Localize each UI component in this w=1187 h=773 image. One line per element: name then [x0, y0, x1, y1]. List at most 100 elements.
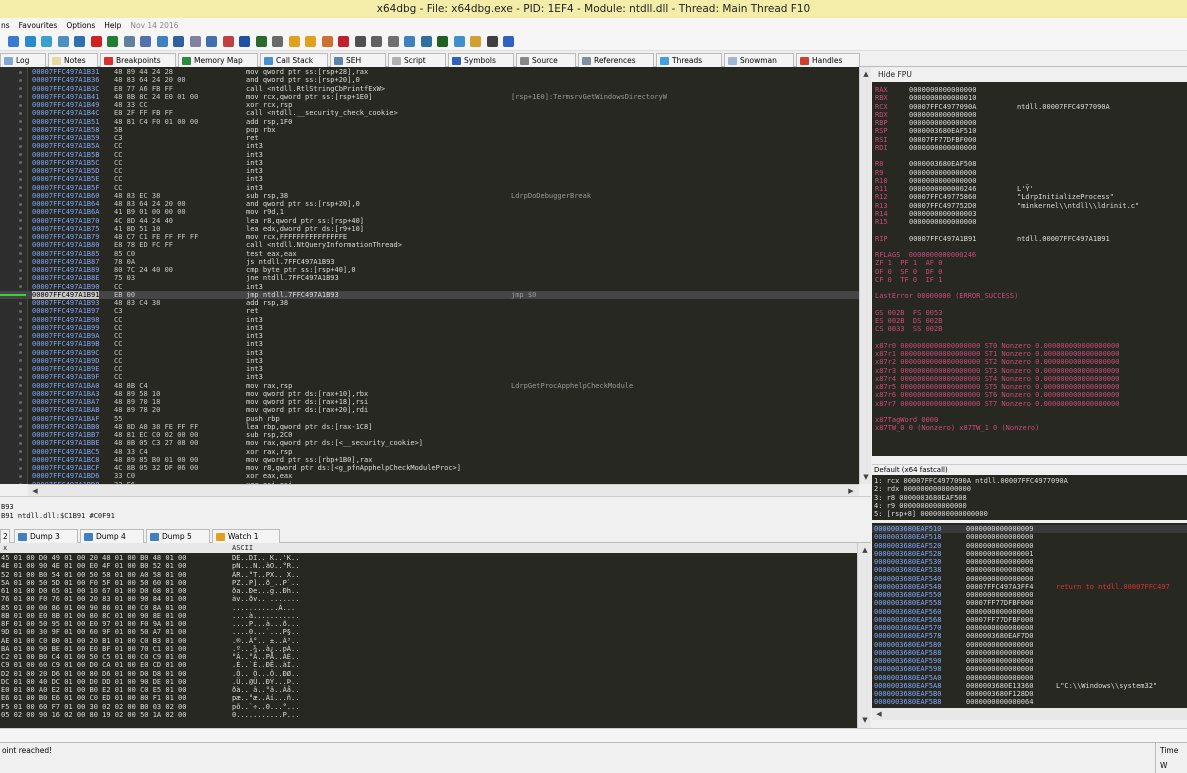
- dump-row[interactable]: 05 02 00 90 16 02 00 80 19 02 00 50 1A 0…: [0, 711, 857, 719]
- toolbar-icon[interactable]: [41, 36, 52, 47]
- disasm-row[interactable]: 00007FFC497A1B89 80 7C 24 40 00 cmp byte p…: [0, 266, 859, 274]
- toolbar-icon[interactable]: [371, 36, 382, 47]
- disasm-row[interactable]: 00007FFC497A1B5E CC int3: [0, 175, 859, 183]
- dump-row[interactable]: DC 01 00 40 DC 01 00 D0 DD 01 00 90 DE 0…: [0, 678, 857, 686]
- dump-row[interactable]: E0 01 00 A0 E2 01 00 B0 E2 01 00 C0 E5 0…: [0, 686, 857, 694]
- x87-row[interactable]: x87r6 0000000000000000000 ST6 Nonzero 0.…: [875, 391, 1119, 399]
- stack-row[interactable]: 0000003680EAF5A0 0000000000000000: [872, 674, 1187, 682]
- x87-row[interactable]: x87r1 0000000000000000000 ST1 Nonzero 0.…: [875, 350, 1119, 358]
- toolbar-icon[interactable]: [140, 36, 151, 47]
- disasm-row[interactable]: 00007FFC497A1B93 48 83 C4 38 add rsp,38: [0, 299, 859, 307]
- stack-row[interactable]: 0000003680EAF538 0000000000000000: [872, 566, 1187, 574]
- scroll-down-icon[interactable]: ▼: [861, 472, 871, 482]
- dump-row[interactable]: C9 01 00 60 C9 01 00 D0 CA 01 00 E0 CD 0…: [0, 661, 857, 669]
- toolbar-icon[interactable]: [437, 36, 448, 47]
- disasm-row[interactable]: 00007FFC497A1B5A CC int3: [0, 142, 859, 150]
- flags-row[interactable]: CF 0 TF 0 IF 1: [875, 276, 942, 284]
- toolbar-icon[interactable]: [222, 36, 234, 47]
- disasm-row[interactable]: 00007FFC497A1BD6 33 C0 xor eax,eax: [0, 472, 859, 480]
- dump-row[interactable]: 85 01 00 00 86 01 00 90 86 01 00 C0 8A 0…: [0, 604, 857, 612]
- toolbar-icon[interactable]: [420, 36, 432, 47]
- tab-handles[interactable]: Handles: [796, 53, 860, 67]
- stack-row[interactable]: 0000003680EAF540 0000000000000000: [872, 575, 1187, 583]
- x87-row[interactable]: x87r0 0000000000000000000 ST0 Nonzero 0.…: [875, 342, 1119, 350]
- x87-row[interactable]: x87r7 0000000000000000000 ST7 Nonzero 0.…: [875, 400, 1119, 408]
- segment-row[interactable]: GS 002B FS 0053: [875, 309, 942, 317]
- menu-item[interactable]: Help: [104, 21, 121, 30]
- disasm-row[interactable]: 00007FFC497A1B5F CC int3: [0, 184, 859, 192]
- toolbar-icon[interactable]: [486, 36, 498, 47]
- tab-breakpoints[interactable]: Breakpoints: [100, 53, 176, 67]
- dump-row[interactable]: C2 01 00 B0 C4 01 00 50 C5 01 00 C0 C9 0…: [0, 653, 857, 661]
- disasm-row[interactable]: 00007FFC497A1B51 48 81 C4 F0 01 00 00 add …: [0, 118, 859, 126]
- dump-row[interactable]: E6 01 00 B0 E6 01 00 C0 ED 01 00 80 F1 0…: [0, 694, 857, 702]
- disasm-row[interactable]: 00007FFC497A1B9D CC int3: [0, 357, 859, 365]
- disasm-row[interactable]: 00007FFC497A1B59 C3 ret: [0, 134, 859, 142]
- disasm-row[interactable]: 00007FFC497A1B80 E8 78 ED FC FF call <ntdl…: [0, 241, 859, 249]
- disasm-row[interactable]: 00007FFC497A1B8E 75 03 jne ntdll.7FFC497A1…: [0, 274, 859, 282]
- dump-row[interactable]: 5A 01 00 50 5D 01 00 F0 5F 01 00 50 60 0…: [0, 579, 857, 587]
- disasm-row[interactable]: 00007FFC497A1BAB 48 89 78 20 mov qword ptr…: [0, 406, 859, 414]
- disasm-row[interactable]: 00007FFC497A1B5C CC int3: [0, 159, 859, 167]
- tab-call-stack[interactable]: Call Stack: [260, 53, 328, 67]
- disasm-row[interactable]: 00007FFC497A1B3C E8 77 A6 FB FF call <ntdl…: [0, 85, 859, 93]
- toolbar-icon[interactable]: [321, 36, 333, 47]
- stack-row[interactable]: 0000003680EAF558 00007FF77DFBF000: [872, 599, 1187, 607]
- disasm-row[interactable]: 00007FFC497A1B98 CC int3: [0, 316, 859, 324]
- disasm-row[interactable]: 00007FFC497A1B60 48 83 EC 38 sub rsp,38 Ldr…: [0, 192, 859, 200]
- dump-row[interactable]: 9D 01 00 30 9F 01 00 60 9F 01 00 50 A7 0…: [0, 628, 857, 636]
- disasm-row[interactable]: 00007FFC497A1B85 85 C0 test eax,eax: [0, 250, 859, 258]
- dump-row[interactable]: BA 01 00 90 BE 01 00 E0 BF 01 00 70 C1 0…: [0, 645, 857, 653]
- stack-row[interactable]: 0000003680EAF530 0000000000000000: [872, 558, 1187, 566]
- stack-row[interactable]: 0000003680EAF578 0000003680EAF7D0: [872, 632, 1187, 640]
- toolbar-icon[interactable]: [453, 36, 465, 47]
- toolbar-icon[interactable]: [173, 36, 184, 47]
- stack-row[interactable]: 0000003680EAF5B0 0000003680F128D0: [872, 690, 1187, 698]
- menu-item[interactable]: Favourites: [19, 21, 58, 30]
- dump-row[interactable]: 52 01 00 B0 54 01 00 50 58 01 00 A0 58 0…: [0, 571, 857, 579]
- scroll-left-icon[interactable]: ◀: [874, 709, 884, 719]
- disassembly-scrollbar[interactable]: ▲ ▼: [859, 67, 871, 484]
- disasm-row[interactable]: 00007FFC497A1BA0 48 8B C4 mov rax,rsp LdrpG…: [0, 382, 859, 390]
- toolbar-icon[interactable]: [24, 36, 36, 47]
- x87-row[interactable]: x87r5 0000000000000000000 ST5 Nonzero 0.…: [875, 383, 1119, 391]
- stack-row[interactable]: 0000003680EAF590 0000000000000000: [872, 657, 1187, 665]
- dump-row[interactable]: 61 01 00 D0 65 01 00 10 67 01 00 D0 68 0…: [0, 587, 857, 595]
- toolbar-icon[interactable]: [470, 36, 481, 47]
- disasm-row[interactable]: 00007FFC497A1BC5 48 33 C4 xor rax,rsp: [0, 448, 859, 456]
- stack-row[interactable]: 0000003680EAF568 00007FF77DFBF000: [872, 616, 1187, 624]
- dump-row[interactable]: 4E 01 00 90 4E 01 00 E0 4F 01 00 B0 52 0…: [0, 562, 857, 570]
- disasm-row[interactable]: 00007FFC497A1BC8 48 89 85 B0 01 00 00 mov …: [0, 456, 859, 464]
- toolbar-icon[interactable]: [387, 36, 399, 47]
- disasm-row[interactable]: 00007FFC497A1B9A CC int3: [0, 332, 859, 340]
- toolbar-icon[interactable]: [90, 36, 102, 47]
- dump-tab[interactable]: Dump 4: [80, 529, 144, 543]
- disasm-row[interactable]: 00007FFC497A1BA3 48 89 58 10 mov qword ptr…: [0, 390, 859, 398]
- disasm-row[interactable]: 00007FFC497A1B99 CC int3: [0, 324, 859, 332]
- hide-fpu-button[interactable]: Hide FPU: [872, 67, 1187, 82]
- toolbar-icon[interactable]: [404, 36, 415, 47]
- disasm-row[interactable]: 00007FFC497A1BAF 55 push rbp: [0, 415, 859, 423]
- disasm-row[interactable]: 00007FFC497A1BCF 4C 8B 05 32 DF 06 00 mov …: [0, 464, 859, 472]
- tab-references[interactable]: References: [578, 53, 654, 67]
- segment-row[interactable]: ES 002B DS 002B: [875, 317, 942, 325]
- stack-row[interactable]: 0000003680EAF588 0000000000000000: [872, 649, 1187, 657]
- dump-row[interactable]: D2 01 00 20 D6 01 00 80 D6 01 00 D0 D8 0…: [0, 670, 857, 678]
- toolbar-icon[interactable]: [8, 36, 19, 47]
- disasm-row[interactable]: 00007FFC497A1B36 48 83 64 24 20 00 and qwo…: [0, 76, 859, 84]
- disasm-row[interactable]: 00007FFC497A1B4C E8 2F FF FB FF call <ntdl…: [0, 109, 859, 117]
- disasm-row[interactable]: 00007FFC497A1B9E CC int3: [0, 365, 859, 373]
- toolbar-icon[interactable]: [57, 36, 69, 47]
- scroll-down-icon[interactable]: ▼: [860, 715, 870, 725]
- disasm-row[interactable]: 00007FFC497A1B58 5B pop rbx: [0, 126, 859, 134]
- dump-row[interactable]: 8B 01 00 E0 8B 01 00 80 8C 01 00 90 8E 0…: [0, 612, 857, 620]
- tab-symbols[interactable]: Symbols: [448, 53, 514, 67]
- menu-item[interactable]: Options: [66, 21, 95, 30]
- stack-row[interactable]: 0000003680EAF548 00007FFC497A3FF4 return t…: [872, 583, 1187, 591]
- stack-row[interactable]: 0000003680EAF550 0000000000000000: [872, 591, 1187, 599]
- tab-memory-map[interactable]: Memory Map: [178, 53, 258, 67]
- toolbar-icon[interactable]: [288, 36, 300, 47]
- scroll-up-icon[interactable]: ▲: [860, 545, 870, 555]
- stack-row[interactable]: 0000003680EAF528 0000000000000001: [872, 550, 1187, 558]
- dump-tab[interactable]: Dump 3: [14, 529, 78, 543]
